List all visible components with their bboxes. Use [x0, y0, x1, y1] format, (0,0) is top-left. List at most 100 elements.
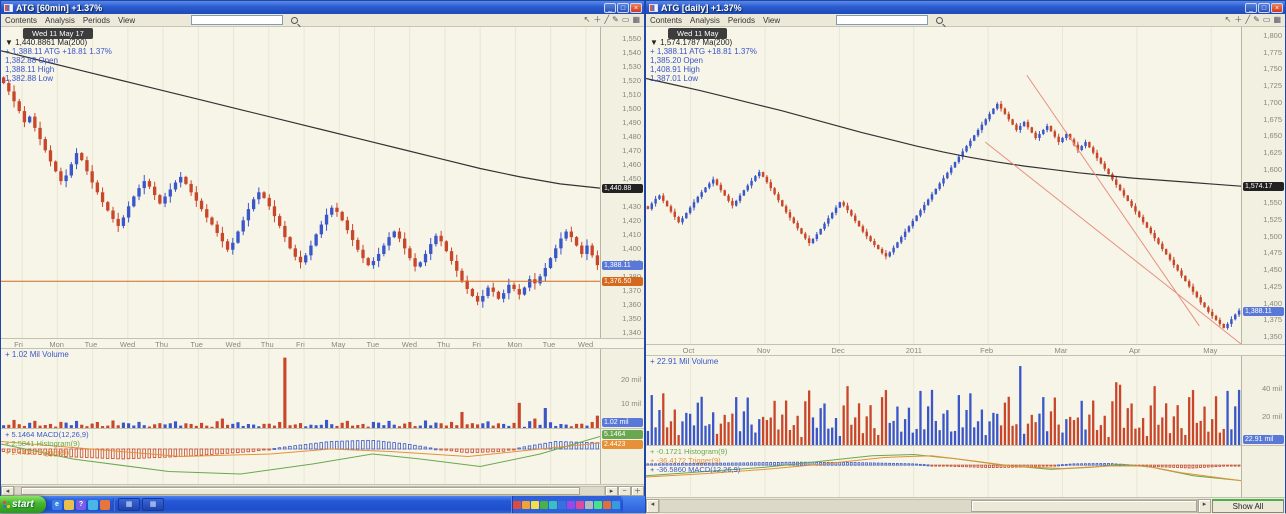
- tray-icon-11[interactable]: [612, 501, 620, 509]
- menubar: Contents Analysis Periods View ↖＋╱✎▭▦: [646, 14, 1285, 27]
- tray-icon-9[interactable]: [594, 501, 602, 509]
- price-axis[interactable]: 1,8001,7751,7501,7251,7001,6751,6501,625…: [1241, 27, 1285, 344]
- volume-plot[interactable]: [1, 349, 600, 428]
- tray-icon-1[interactable]: [522, 501, 530, 509]
- date-label: May: [331, 340, 345, 349]
- cursor-icon[interactable]: ↖: [584, 15, 591, 25]
- desktop-icon[interactable]: [88, 500, 98, 510]
- scroll-button-1[interactable]: ▸: [1198, 499, 1211, 513]
- scroll-track[interactable]: [659, 499, 1198, 513]
- price-axis-box: 1,574.17: [1243, 182, 1284, 191]
- macd-panel: 5.14642.4423 + 5.1464 MACD(12,26,9)+ 2.5…: [1, 429, 644, 485]
- rectangle-icon[interactable]: ▭: [1263, 15, 1271, 25]
- taskbar-window-chart-60min[interactable]: ▦: [118, 498, 140, 511]
- maximize-button[interactable]: □: [617, 3, 629, 13]
- rectangle-icon[interactable]: ▭: [622, 15, 630, 25]
- window-icon: [649, 4, 658, 12]
- menu-item-analysis[interactable]: Analysis: [690, 16, 720, 25]
- price-plot[interactable]: [1, 27, 600, 338]
- trendline-icon[interactable]: ╱: [604, 15, 609, 25]
- pencil-icon[interactable]: ✎: [612, 15, 619, 25]
- help-icon[interactable]: ?: [76, 500, 86, 510]
- date-label: Thu: [437, 340, 450, 349]
- volume-axis: 20 mil10 mil1.02 mil: [600, 349, 644, 428]
- search-icon[interactable]: [936, 17, 943, 24]
- date-label: Feb: [980, 346, 993, 355]
- volume-plot[interactable]: [646, 356, 1241, 445]
- price-axis[interactable]: 1,5501,5401,5301,5201,5101,5001,4901,480…: [600, 27, 644, 338]
- toolbar-icons: ↖＋╱✎▭▦: [584, 15, 640, 25]
- save-icon[interactable]: ▦: [632, 15, 640, 25]
- date-label: May: [1203, 346, 1217, 355]
- taskbar-window-chart-daily[interactable]: ▦: [142, 498, 164, 511]
- menu-item-contents[interactable]: Contents: [5, 16, 37, 25]
- scroll-left-button[interactable]: ◂: [1, 486, 14, 496]
- scroll-button-3[interactable]: ＋: [631, 486, 644, 496]
- tray-icon-7[interactable]: [576, 501, 584, 509]
- start-button[interactable]: start: [0, 496, 46, 513]
- search-input[interactable]: [836, 15, 928, 25]
- scroll-thumb[interactable]: [21, 487, 581, 495]
- menu-item-periods[interactable]: Periods: [83, 16, 110, 25]
- scroll-button-2[interactable]: −: [618, 486, 631, 496]
- minimize-button[interactable]: _: [1245, 3, 1257, 13]
- macd-chart-svg: [1, 429, 600, 484]
- h-scrollbar[interactable]: ◂ ▸Show All: [646, 498, 1285, 514]
- date-label: Tue: [543, 340, 556, 349]
- date-label: Wed: [578, 340, 593, 349]
- save-icon[interactable]: ▦: [1273, 15, 1281, 25]
- scroll-thumb[interactable]: [971, 500, 1197, 512]
- price-tick: 1,450: [1263, 265, 1282, 274]
- flag-quadrant: [3, 501, 6, 504]
- scroll-button-1[interactable]: ▸: [605, 486, 618, 496]
- minimize-button[interactable]: _: [604, 3, 616, 13]
- price-tick: 1,450: [622, 174, 641, 183]
- menu-item-view[interactable]: View: [118, 16, 135, 25]
- tray-icon-5[interactable]: [558, 501, 566, 509]
- search-icon[interactable]: [291, 17, 298, 24]
- folder-icon[interactable]: [64, 500, 74, 510]
- browser-icon[interactable]: e: [52, 500, 62, 510]
- menu-item-analysis[interactable]: Analysis: [45, 16, 75, 25]
- tray-icon-6[interactable]: [567, 501, 575, 509]
- tray-icon-4[interactable]: [549, 501, 557, 509]
- cursor-icon[interactable]: ↖: [1225, 15, 1232, 25]
- media-icon[interactable]: [100, 500, 110, 510]
- tray-icon-3[interactable]: [540, 501, 548, 509]
- price-tick: 1,550: [622, 34, 641, 43]
- tray-icon-0[interactable]: [513, 501, 521, 509]
- crosshair-icon[interactable]: ＋: [593, 15, 601, 25]
- left-screen: ATG [60min] +1.37% _ □ × Contents Analysi…: [0, 0, 645, 513]
- crosshair-icon[interactable]: ＋: [1234, 15, 1242, 25]
- close-button[interactable]: ×: [630, 3, 642, 13]
- titlebar-60min[interactable]: ATG [60min] +1.37% _ □ ×: [1, 1, 644, 14]
- menu-item-view[interactable]: View: [763, 16, 780, 25]
- search-input[interactable]: [191, 15, 283, 25]
- price-tick: 1,400: [622, 244, 641, 253]
- tray-icon-10[interactable]: [603, 501, 611, 509]
- maximize-button[interactable]: □: [1258, 3, 1270, 13]
- price-tick: 1,350: [622, 314, 641, 323]
- close-button[interactable]: ×: [1271, 3, 1283, 13]
- price-plot[interactable]: [646, 27, 1241, 344]
- date-label: Wed: [402, 340, 417, 349]
- price-tick: 1,625: [1263, 148, 1282, 157]
- price-panel: 1,8001,7751,7501,7251,7001,6751,6501,625…: [646, 27, 1285, 345]
- macd-plot[interactable]: [1, 429, 600, 484]
- volume-chart-svg: [646, 356, 1241, 445]
- menu-item-periods[interactable]: Periods: [728, 16, 755, 25]
- macd-plot[interactable]: [646, 446, 1241, 497]
- price-tick: 1,550: [1263, 198, 1282, 207]
- tray-icon-8[interactable]: [585, 501, 593, 509]
- show-all-button[interactable]: Show All: [1212, 499, 1284, 513]
- scroll-track[interactable]: [14, 486, 605, 496]
- date-label: Fri: [296, 340, 305, 349]
- tray-icon-2[interactable]: [531, 501, 539, 509]
- window-icon: [4, 4, 13, 12]
- trendline-icon[interactable]: ╱: [1245, 15, 1250, 25]
- titlebar-daily[interactable]: ATG [daily] +1.37% _ □ ×: [646, 1, 1285, 14]
- scroll-left-button[interactable]: ◂: [646, 499, 659, 513]
- start-label: start: [12, 499, 34, 510]
- pencil-icon[interactable]: ✎: [1253, 15, 1260, 25]
- menu-item-contents[interactable]: Contents: [650, 16, 682, 25]
